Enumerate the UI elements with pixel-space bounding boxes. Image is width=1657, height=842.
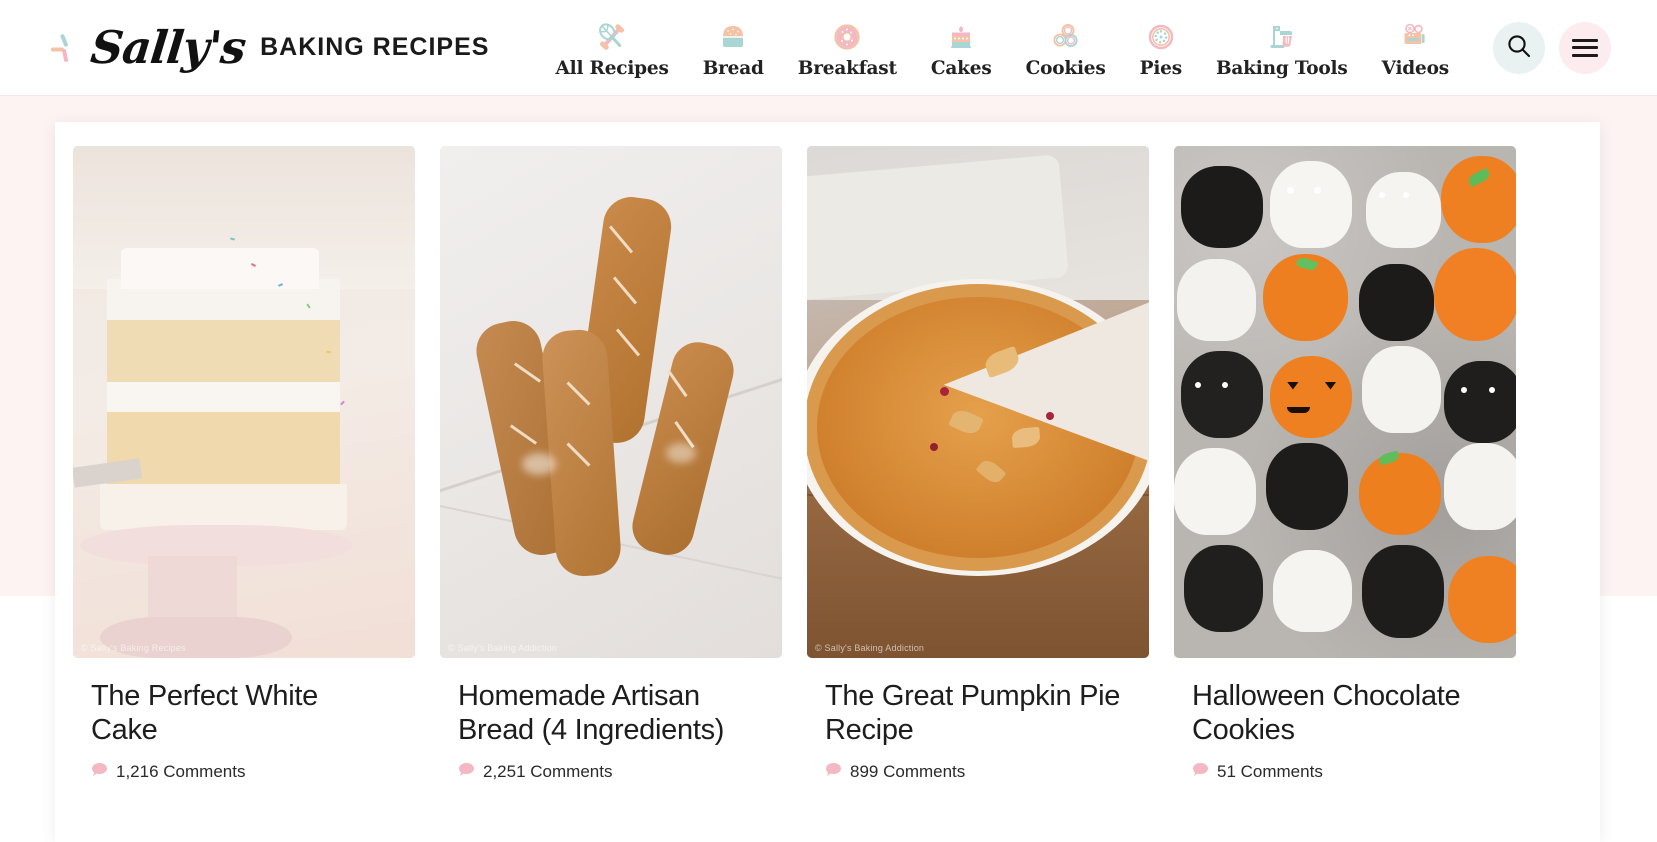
nav-label: Pies (1139, 57, 1183, 79)
recipe-card-grid: © Sally's Baking Recipes The Perfect Whi… (55, 122, 1600, 803)
comment-count: 2,251 Comments (483, 762, 613, 782)
search-button[interactable] (1493, 21, 1545, 74)
comment-count: 1,216 Comments (116, 762, 246, 782)
nav-label: Cookies (1025, 57, 1106, 79)
nav-item-videos[interactable]: Videos (1365, 18, 1466, 79)
film-camera-icon (1396, 18, 1434, 56)
recipe-image[interactable]: © Sally's Baking Addiction (807, 146, 1149, 658)
whisk-strokes-icon (50, 31, 84, 65)
nav-item-bread[interactable]: Bread (686, 18, 781, 79)
whisk-rolling-pin-icon (593, 18, 631, 56)
recipe-card[interactable]: © Sally's Baking Addiction Homemade Arti… (440, 146, 782, 783)
comment-bubble-icon (825, 762, 842, 783)
recipe-comment-meta: 1,216 Comments (91, 762, 415, 783)
main-content: © Sally's Baking Recipes The Perfect Whi… (55, 122, 1600, 842)
site-logo[interactable]: Sally's BAKING RECIPES (50, 21, 490, 74)
bread-loaf-icon (714, 18, 752, 56)
layer-cake-icon (942, 18, 980, 56)
main-navigation: All Recipes Bread Breakfast Cakes Cookie… (525, 10, 1479, 86)
menu-button[interactable] (1559, 21, 1611, 74)
donut-icon (828, 18, 866, 56)
stand-mixer-icon (1263, 18, 1301, 56)
comment-bubble-icon (458, 762, 475, 783)
recipe-comment-meta: 899 Comments (825, 762, 1149, 783)
recipe-image[interactable] (1174, 146, 1516, 658)
comment-bubble-icon (91, 762, 108, 783)
recipe-card[interactable]: © Sally's Baking Recipes The Perfect Whi… (73, 146, 415, 783)
recipe-comment-meta: 51 Comments (1192, 762, 1516, 783)
nav-label: Bread (702, 57, 764, 79)
recipe-title[interactable]: The Great Pumpkin Pie Recipe (825, 680, 1125, 748)
image-watermark: © Sally's Baking Addiction (815, 643, 925, 653)
search-icon (1505, 32, 1533, 63)
site-header: Sally's BAKING RECIPES All Recipes Bread… (0, 0, 1657, 96)
recipe-card[interactable]: © Sally's Baking Addiction The Great Pum… (807, 146, 1149, 783)
image-watermark: © Sally's Baking Addiction (448, 643, 558, 653)
header-actions (1493, 21, 1611, 74)
comment-count: 51 Comments (1217, 762, 1323, 782)
nav-label: Breakfast (797, 57, 897, 79)
nav-item-cakes[interactable]: Cakes (914, 18, 1009, 79)
logo-words-text: BAKING RECIPES (260, 33, 490, 61)
logo-script-text: Sally's (88, 21, 248, 74)
recipe-image[interactable]: © Sally's Baking Addiction (440, 146, 782, 658)
nav-label: All Recipes (555, 57, 669, 79)
nav-item-all-recipes[interactable]: All Recipes (538, 18, 685, 79)
nav-item-pies[interactable]: Pies (1123, 18, 1199, 79)
hamburger-menu-icon (1572, 38, 1598, 57)
recipe-card[interactable]: Halloween Chocolate Cookies 51 Comments (1174, 146, 1516, 783)
nav-item-cookies[interactable]: Cookies (1009, 18, 1123, 79)
recipe-image[interactable]: © Sally's Baking Recipes (73, 146, 415, 658)
nav-label: Baking Tools (1215, 57, 1348, 79)
image-watermark: © Sally's Baking Recipes (81, 643, 186, 653)
nav-label: Videos (1381, 57, 1450, 79)
recipe-comment-meta: 2,251 Comments (458, 762, 782, 783)
nav-item-breakfast[interactable]: Breakfast (781, 18, 914, 79)
recipe-title[interactable]: Halloween Chocolate Cookies (1192, 680, 1492, 748)
cookies-icon (1047, 18, 1085, 56)
recipe-title[interactable]: The Perfect White Cake (91, 680, 391, 748)
pie-icon (1142, 18, 1180, 56)
comment-count: 899 Comments (850, 762, 966, 782)
recipe-title[interactable]: Homemade Artisan Bread (4 Ingredients) (458, 680, 758, 748)
comment-bubble-icon (1192, 762, 1209, 783)
nav-item-baking-tools[interactable]: Baking Tools (1199, 18, 1365, 79)
nav-label: Cakes (930, 57, 992, 79)
